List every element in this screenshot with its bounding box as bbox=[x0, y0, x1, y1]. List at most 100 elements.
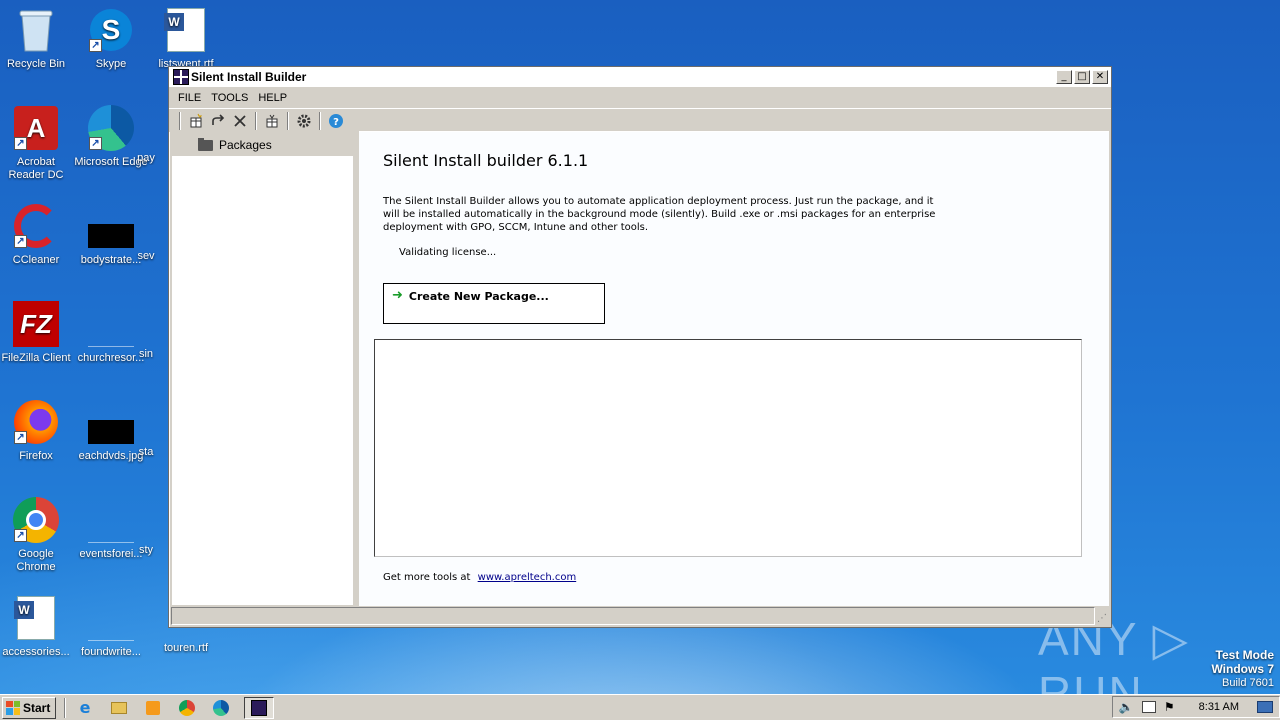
desktop-icon-label: sin bbox=[138, 348, 154, 360]
file-icon bbox=[87, 496, 135, 544]
folder-icon bbox=[198, 137, 213, 151]
file-icon bbox=[87, 594, 135, 642]
start-button[interactable]: Start bbox=[2, 696, 56, 719]
desktop-icon-recycle-bin[interactable]: Recycle Bin bbox=[0, 6, 74, 71]
build-icon[interactable] bbox=[261, 111, 283, 131]
test-mode-label: Test Mode bbox=[1215, 648, 1274, 662]
windows-logo-icon bbox=[6, 700, 20, 715]
create-new-package-button[interactable]: ➜ Create New Package... bbox=[383, 283, 605, 324]
desktop-icon-listswent[interactable]: W listswent.rtf bbox=[148, 6, 224, 71]
menu-file[interactable]: FILE bbox=[173, 92, 206, 104]
silent-install-builder-task[interactable] bbox=[244, 696, 274, 719]
desktop-icon-pay[interactable]: pay bbox=[124, 152, 168, 165]
acrobat-icon: A ↗ bbox=[12, 104, 60, 152]
ccleaner-icon: ↗ bbox=[12, 202, 60, 250]
word-document-icon: W bbox=[12, 594, 60, 642]
tree-item-label: Packages bbox=[219, 138, 272, 152]
filezilla-icon: FZ bbox=[12, 300, 60, 348]
desktop-icon-label: pay bbox=[137, 152, 155, 164]
tree-item-packages[interactable]: Packages bbox=[172, 134, 353, 156]
network-icon[interactable] bbox=[1141, 701, 1156, 713]
start-page: Silent Install builder 6.1.1 The Silent … bbox=[359, 131, 1109, 606]
chrome-taskbar-icon[interactable] bbox=[176, 698, 198, 718]
desktop-icon-label: Recycle Bin bbox=[6, 58, 66, 70]
help-icon[interactable]: ? bbox=[325, 111, 347, 131]
desktop-icon-touren[interactable]: touren.rtf bbox=[148, 642, 224, 655]
desktop-icon-label: Firefox bbox=[19, 450, 53, 462]
desktop-icon-filezilla[interactable]: FZ FileZilla Client bbox=[0, 300, 74, 365]
package-tree-pane: Packages bbox=[171, 133, 354, 606]
maximize-button[interactable]: □ bbox=[1074, 70, 1090, 84]
desktop-icon-firefox[interactable]: ↗ Firefox bbox=[0, 398, 74, 463]
speaker-icon[interactable]: 🔈 bbox=[1119, 700, 1134, 714]
taskbar-clock[interactable]: 8:31 AM bbox=[1199, 701, 1239, 713]
apreltech-link[interactable]: www.apreltech.com bbox=[478, 572, 577, 583]
desktop-icon-label: sev bbox=[137, 250, 155, 262]
taskbar: Start e 🔈 ⚑ 8:31 AM bbox=[0, 694, 1280, 720]
show-desktop-icon[interactable] bbox=[1257, 701, 1273, 713]
minimize-button[interactable]: _ bbox=[1056, 70, 1072, 84]
edge-taskbar-icon[interactable] bbox=[210, 698, 232, 718]
page-title: Silent Install builder 6.1.1 bbox=[383, 151, 589, 170]
desktop-icon-label: accessories... bbox=[2, 646, 70, 658]
output-log-box[interactable] bbox=[374, 339, 1082, 557]
delete-icon[interactable] bbox=[229, 111, 251, 131]
toolbar-separator bbox=[287, 111, 289, 130]
menu-help[interactable]: HELP bbox=[253, 92, 292, 104]
desktop-icon-chrome[interactable]: ↗ Google Chrome bbox=[0, 496, 74, 574]
desktop-icon-sta[interactable]: sta bbox=[124, 446, 168, 459]
window-title: Silent Install Builder bbox=[191, 70, 307, 84]
window-controls: _ □ ✕ bbox=[1056, 70, 1108, 84]
product-description: The Silent Install Builder allows you to… bbox=[383, 196, 936, 233]
window-titlebar[interactable]: Silent Install Builder _ □ ✕ bbox=[169, 67, 1111, 88]
file-icon bbox=[87, 300, 135, 348]
footer: Get more tools at www.apreltech.com bbox=[383, 572, 576, 583]
status-bar bbox=[171, 607, 1095, 625]
media-player-icon[interactable] bbox=[142, 698, 164, 718]
new-package-icon[interactable] bbox=[185, 111, 207, 131]
gift-box-icon bbox=[173, 69, 189, 85]
edge-icon: ↗ bbox=[87, 104, 135, 152]
desktop-icon-label: Acrobat Reader DC bbox=[8, 156, 64, 181]
recycle-bin-icon bbox=[12, 6, 60, 54]
menu-bar: FILE TOOLS HELP bbox=[169, 88, 1111, 108]
os-build: Build 7601 bbox=[1222, 677, 1274, 689]
internet-explorer-icon[interactable]: e bbox=[74, 698, 96, 718]
desktop-icon-label: sty bbox=[138, 544, 154, 556]
desktop-icon-accessories[interactable]: W accessories... bbox=[0, 594, 74, 659]
close-button[interactable]: ✕ bbox=[1092, 70, 1108, 84]
silent-install-builder-window: Silent Install Builder _ □ ✕ FILE TOOLS … bbox=[168, 66, 1112, 628]
image-file-icon bbox=[87, 202, 135, 250]
desktop-icon-ccleaner[interactable]: ↗ CCleaner bbox=[0, 202, 74, 267]
system-tray: 🔈 ⚑ 8:31 AM bbox=[1111, 696, 1280, 718]
start-label: Start bbox=[23, 700, 51, 715]
desktop-icon-acrobat[interactable]: A ↗ Acrobat Reader DC bbox=[0, 104, 74, 182]
desktop-icon-sev[interactable]: sev bbox=[124, 250, 168, 263]
desktop-icon-label: touren.rtf bbox=[163, 642, 209, 654]
menu-tools[interactable]: TOOLS bbox=[206, 92, 253, 104]
flag-icon[interactable]: ⚑ bbox=[1164, 700, 1175, 714]
chrome-icon: ↗ bbox=[12, 496, 60, 544]
taskbar-separator bbox=[64, 697, 66, 718]
file-explorer-icon[interactable] bbox=[108, 698, 130, 718]
resize-grip-icon[interactable]: ⋰ bbox=[1097, 613, 1109, 625]
firefox-icon: ↗ bbox=[12, 398, 60, 446]
arrow-right-icon: ➜ bbox=[392, 288, 403, 303]
svg-text:?: ? bbox=[333, 117, 339, 128]
redo-arrow-icon[interactable] bbox=[207, 111, 229, 131]
word-document-icon: W bbox=[162, 6, 210, 54]
desktop-icon-foundwrite[interactable]: foundwrite... bbox=[73, 594, 149, 659]
desktop-icon-sin[interactable]: sin bbox=[124, 348, 168, 361]
desktop-icon-label: FileZilla Client bbox=[1, 352, 71, 364]
desktop-icon-skype[interactable]: S ↗ Skype bbox=[73, 6, 149, 71]
desktop-icon-label: sta bbox=[138, 446, 154, 458]
test-mode-notice: Test Mode Windows 7 Build 7601 bbox=[1211, 648, 1274, 690]
gear-icon[interactable] bbox=[293, 111, 315, 131]
skype-icon: S ↗ bbox=[87, 6, 135, 54]
toolbar-separator bbox=[179, 111, 181, 130]
license-status: Validating license... bbox=[399, 247, 497, 258]
gift-box-icon bbox=[251, 699, 267, 716]
desktop-icon-label: foundwrite... bbox=[81, 646, 141, 658]
toolbar-separator bbox=[255, 111, 257, 130]
desktop-icon-sty[interactable]: sty bbox=[124, 544, 168, 557]
